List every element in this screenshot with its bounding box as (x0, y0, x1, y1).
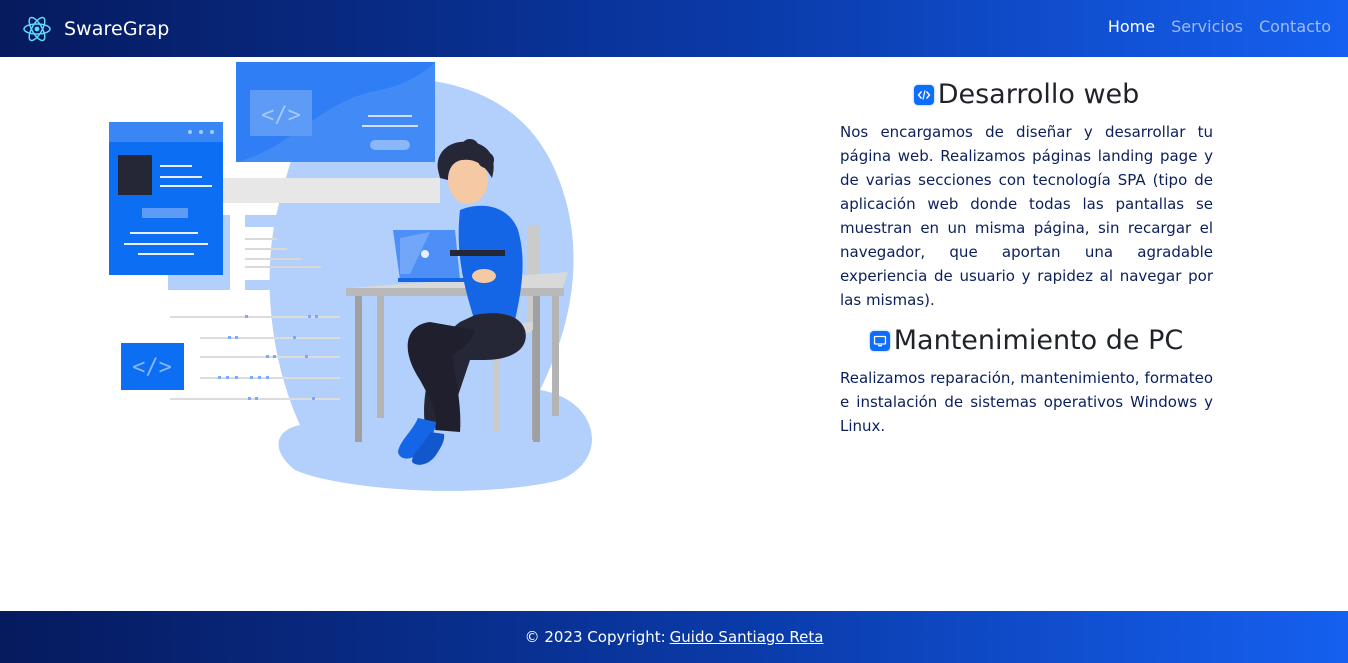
service-title-text: Mantenimiento de PC (893, 325, 1184, 356)
display-icon (869, 330, 890, 351)
nav-link-contacto[interactable]: Contacto (1259, 17, 1331, 36)
brand-name: SwareGrap (64, 18, 170, 40)
service-title: Desarrollo web (840, 79, 1213, 110)
service-title: Mantenimiento de PC (840, 325, 1213, 356)
nav-links: Home Servicios Contacto (1108, 17, 1331, 36)
navbar: SwareGrap Home Servicios Contacto (0, 0, 1348, 57)
svg-text:</>: </> (132, 355, 172, 380)
developer-with-laptop-illustration: </> </> (100, 60, 610, 500)
service-description: Nos encargamos de diseñar y desarrollar … (840, 123, 1213, 309)
service-desarrollo-web: Desarrollo web Nos encargamos de diseñar… (840, 79, 1213, 312)
nav-link-home[interactable]: Home (1108, 17, 1155, 36)
service-mantenimiento-pc: Mantenimiento de PC Realizamos reparació… (840, 325, 1213, 438)
svg-text:</>: </> (261, 103, 301, 128)
code-square-icon (913, 84, 934, 105)
footer: © 2023 Copyright: Guido Santiago Reta (0, 611, 1348, 663)
brand-link[interactable]: SwareGrap (22, 14, 169, 44)
service-title-text: Desarrollo web (937, 79, 1140, 110)
nav-link-servicios[interactable]: Servicios (1171, 17, 1243, 36)
react-atom-icon (22, 14, 52, 44)
service-description: Realizamos reparación, mantenimiento, fo… (840, 369, 1213, 435)
copyright-text: © 2023 Copyright: (524, 628, 666, 646)
author-link[interactable]: Guido Santiago Reta (670, 628, 824, 646)
